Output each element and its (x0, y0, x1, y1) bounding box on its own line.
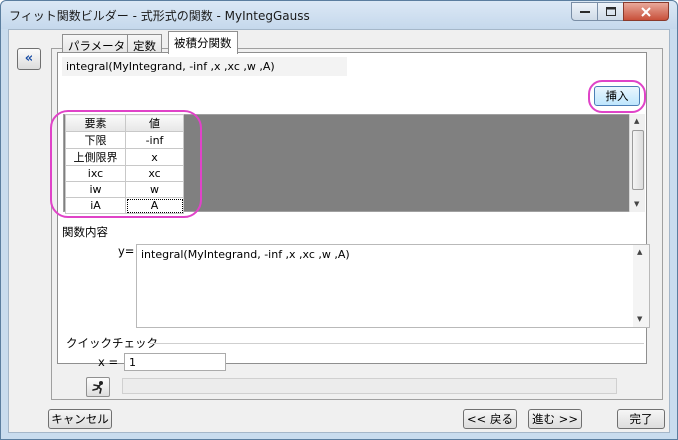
collapse-panel-button[interactable]: « (17, 48, 41, 70)
grid-cell-element[interactable]: 下限 (65, 131, 126, 149)
scroll-up-icon[interactable]: ▲ (634, 117, 639, 125)
minimize-button[interactable] (571, 2, 598, 21)
tab-parameters[interactable]: パラメータ (62, 34, 132, 54)
finish-button[interactable]: 完了 (617, 409, 665, 429)
scroll-down-icon[interactable]: ▼ (637, 315, 642, 323)
function-body-text: integral(MyIntegrand, -inf ,x ,xc ,w ,A) (141, 248, 350, 261)
table-row: iA A (65, 197, 184, 214)
grid-cell-value[interactable]: w (125, 181, 184, 198)
close-button[interactable] (623, 2, 669, 21)
tab-integrand[interactable]: 被積分関数 (168, 31, 238, 54)
window-title: フィット関数ビルダー - 式形式の関数 - MyIntegGauss (9, 9, 310, 23)
x-value-input[interactable]: 1 (124, 353, 226, 371)
x-label: x = (98, 355, 119, 369)
grid-header-value[interactable]: 値 (125, 114, 184, 132)
title-bar[interactable]: フィット関数ビルダー - 式形式の関数 - MyIntegGauss (1, 1, 677, 29)
quick-check-label: クイックチェック (66, 336, 158, 350)
function-body-scrollbar[interactable]: ▲ ▼ (633, 245, 649, 327)
parameter-grid: 要素 値 下限 -inf 上側限界 x ixc xc iw w iA A (65, 114, 184, 214)
table-row: 下限 -inf (65, 131, 184, 149)
function-prefix: y= (118, 244, 135, 258)
table-row: 上側限界 x (65, 148, 184, 166)
grid-cell-element[interactable]: ixc (65, 165, 126, 182)
scroll-thumb[interactable] (632, 130, 644, 190)
grid-cell-element[interactable]: iA (65, 197, 126, 214)
cancel-button[interactable]: キャンセル (48, 409, 112, 429)
grid-cell-element[interactable]: 上側限界 (65, 148, 126, 166)
back-button[interactable]: << 戻る (463, 409, 517, 429)
grid-header-element[interactable]: 要素 (65, 114, 126, 132)
run-icon (92, 381, 103, 394)
function-body-editor[interactable]: integral(MyIntegrand, -inf ,x ,xc ,w ,A)… (136, 244, 650, 328)
tab-constants[interactable]: 定数 (127, 34, 162, 54)
grid-cell-value[interactable]: -inf (125, 131, 184, 149)
grid-scrollbar[interactable]: ▲ ▼ (629, 114, 645, 212)
grid-cell-element[interactable]: iw (65, 181, 126, 198)
table-row: iw w (65, 181, 184, 198)
function-body-label: 関数内容 (62, 225, 108, 239)
grid-header-row: 要素 値 (65, 114, 184, 132)
run-quick-check-button[interactable] (86, 377, 110, 397)
quick-check-result (122, 378, 617, 394)
table-row: ixc xc (65, 165, 184, 182)
quick-check-divider (150, 343, 644, 344)
grid-cell-value[interactable]: xc (125, 165, 184, 182)
scroll-up-icon[interactable]: ▲ (637, 248, 642, 256)
minimize-icon (579, 10, 590, 13)
integral-expression: integral(MyIntegrand, -inf ,x ,xc ,w ,A) (62, 57, 347, 76)
close-icon (641, 6, 651, 17)
grid-cell-value[interactable]: x (125, 148, 184, 166)
scroll-down-icon[interactable]: ▼ (634, 200, 639, 208)
maximize-icon (605, 7, 616, 16)
grid-cell-value[interactable]: A (125, 197, 184, 214)
insert-button[interactable]: 挿入 (594, 86, 640, 106)
maximize-button[interactable] (597, 2, 624, 21)
next-button[interactable]: 進む >> (528, 409, 582, 429)
